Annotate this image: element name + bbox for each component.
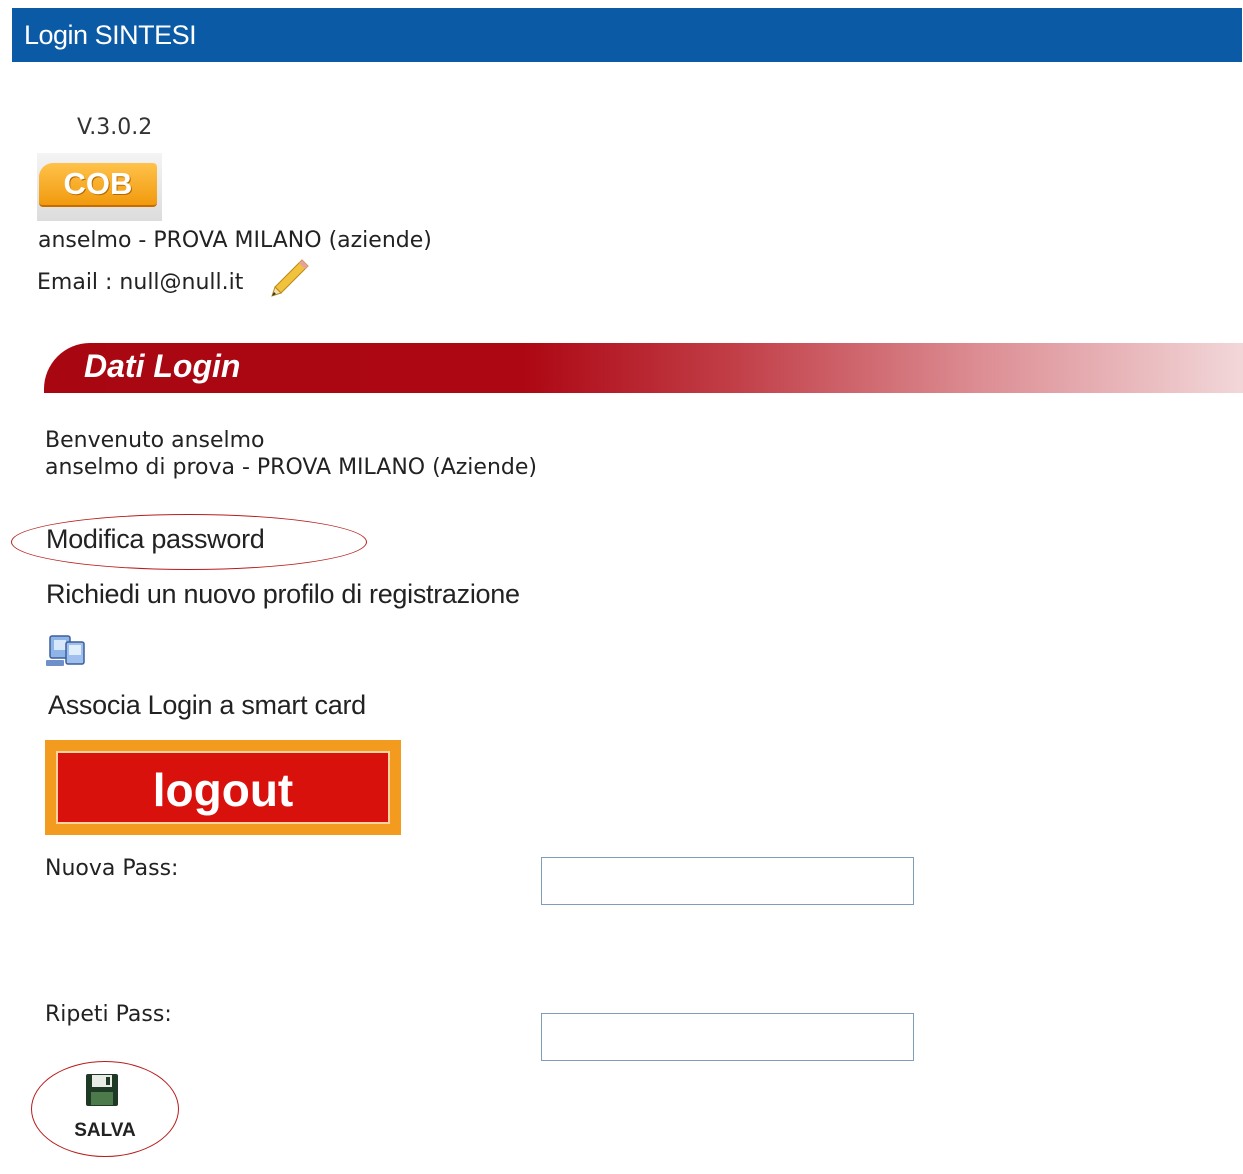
new-password-input[interactable] (541, 857, 914, 905)
welcome-detail: anselmo di prova - PROVA MILANO (Aziende… (45, 455, 537, 480)
cob-logo: COB (37, 153, 162, 221)
save-label: SALVA (74, 1120, 136, 1141)
title-bar: Login SINTESI (12, 8, 1242, 62)
welcome-text: Benvenuto anselmo anselmo di prova - PRO… (45, 427, 537, 481)
logout-button[interactable]: logout (45, 740, 401, 835)
repeat-password-label: Ripeti Pass: (45, 1002, 172, 1027)
version-label: V.3.0.2 (77, 115, 153, 140)
repeat-password-input[interactable] (541, 1013, 914, 1061)
smart-card-link[interactable]: Associa Login a smart card (48, 690, 366, 721)
page-title: Login SINTESI (24, 20, 197, 50)
section-title: Dati Login (84, 348, 241, 384)
section-header: Dati Login (44, 343, 1243, 393)
floppy-disk-icon (86, 1074, 118, 1106)
change-password-link[interactable]: Modifica password (46, 524, 265, 555)
save-button[interactable]: SALVA (40, 1064, 170, 1146)
email-info: Email : null@null.it (37, 270, 244, 295)
cob-logo-text: COB (63, 166, 133, 201)
logout-label: logout (152, 764, 294, 816)
pencil-icon[interactable] (268, 256, 312, 300)
new-password-label: Nuova Pass: (45, 856, 179, 881)
cob-badge: COB (39, 163, 157, 207)
new-profile-link[interactable]: Richiedi un nuovo profilo di registrazio… (46, 579, 520, 610)
logout-button-face: logout (56, 751, 390, 824)
network-computers-icon[interactable] (44, 630, 88, 670)
user-info: anselmo - PROVA MILANO (aziende) (38, 228, 432, 253)
welcome-line: Benvenuto anselmo (45, 428, 265, 453)
